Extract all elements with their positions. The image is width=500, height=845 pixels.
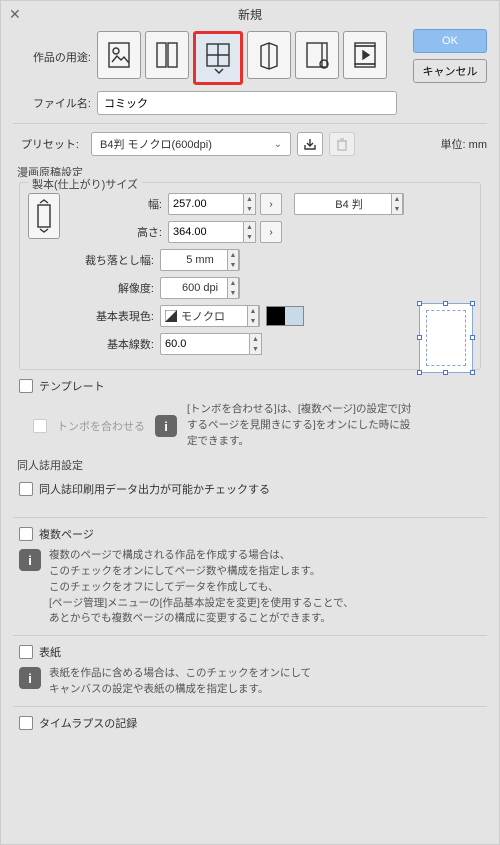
width-input[interactable] (168, 193, 244, 215)
linecount-input[interactable] (160, 333, 250, 355)
save-preset-button[interactable] (297, 132, 323, 156)
template-checkbox[interactable] (19, 379, 33, 393)
doujin-label: 同人誌印刷用データ出力が可能かチェックする (39, 481, 270, 497)
delete-preset-button[interactable] (329, 132, 355, 156)
template-label: テンプレート (39, 378, 105, 394)
swatch-black[interactable] (267, 307, 285, 325)
linecount-label: 基本線数: (28, 336, 160, 352)
filename-label: ファイル名: (13, 95, 97, 111)
colormode-select[interactable]: モノクロ▲▼ (160, 305, 260, 327)
cover-info: 表紙を作品に含める場合は、このチェックをオンにして キャンバスの設定や表紙の構成… (49, 666, 311, 698)
height-label: 高さ: (68, 224, 168, 240)
tombo-checkbox (33, 419, 47, 433)
resolution-select[interactable]: 600 dpi▲▼ (160, 277, 240, 299)
info-icon: i (155, 415, 177, 437)
height-spinner[interactable]: ▲▼ (244, 221, 256, 243)
purpose-illustration[interactable] (97, 31, 141, 79)
page-preview (419, 303, 473, 373)
binding-group-title: 製本(仕上がり)サイズ (28, 176, 142, 192)
close-icon[interactable]: ✕ (9, 6, 21, 23)
info-icon: i (19, 549, 41, 571)
bleed-label: 裁ち落とし幅: (28, 252, 160, 268)
width-arrow-button[interactable]: › (260, 193, 282, 215)
multipage-info: 複数のページで構成される作品を作成する場合は、 このチェックをオンにしてページ数… (49, 548, 354, 627)
doujin-checkbox[interactable] (19, 482, 33, 496)
purpose-webtoon[interactable] (145, 31, 189, 79)
unit-label: 単位: mm (441, 136, 487, 152)
height-arrow-button[interactable]: › (260, 221, 282, 243)
cover-label: 表紙 (39, 644, 61, 660)
purpose-printing[interactable] (247, 31, 291, 79)
width-spinner[interactable]: ▲▼ (244, 193, 256, 215)
multipage-checkbox[interactable] (19, 527, 33, 541)
preset-select[interactable]: B4判 モノクロ(600dpi) ⌄ (91, 132, 291, 156)
preset-label: プリセット: (13, 136, 85, 152)
multipage-label: 複数ページ (39, 526, 94, 542)
height-input[interactable] (168, 221, 244, 243)
mono-icon (165, 310, 177, 322)
ok-button[interactable]: OK (413, 29, 487, 53)
orientation-toggle[interactable] (28, 193, 60, 239)
resolution-label: 解像度: (28, 280, 160, 296)
timelapse-checkbox[interactable] (19, 716, 33, 730)
size-preset-select[interactable]: B4 判▲▼ (294, 193, 404, 215)
timelapse-label: タイムラプスの記録 (39, 715, 137, 731)
bleed-select[interactable]: 5 mm▲▼ (160, 249, 240, 271)
chevron-down-icon: ⌄ (274, 139, 282, 150)
cancel-button[interactable]: キャンセル (413, 59, 487, 83)
tombo-label: トンボを合わせる (57, 418, 145, 434)
doujin-section-title: 同人誌用設定 (17, 457, 487, 473)
purpose-animation[interactable] (343, 31, 387, 79)
width-label: 幅: (68, 196, 168, 212)
filename-input[interactable] (97, 91, 397, 115)
linecount-spinner[interactable]: ▲▼ (250, 333, 262, 355)
dialog-title: 新規 (238, 6, 262, 23)
purpose-show-all[interactable] (295, 31, 339, 79)
info-icon: i (19, 667, 41, 689)
purpose-label: 作品の用途: (13, 31, 97, 65)
tombo-info: [トンボを合わせる]は、[複数ページ]の設定で[対するページを見開きにする]をオ… (187, 402, 417, 449)
cover-checkbox[interactable] (19, 645, 33, 659)
colormode-label: 基本表現色: (28, 308, 160, 324)
swatch-blue[interactable] (285, 307, 303, 325)
purpose-comic[interactable] (193, 31, 243, 85)
